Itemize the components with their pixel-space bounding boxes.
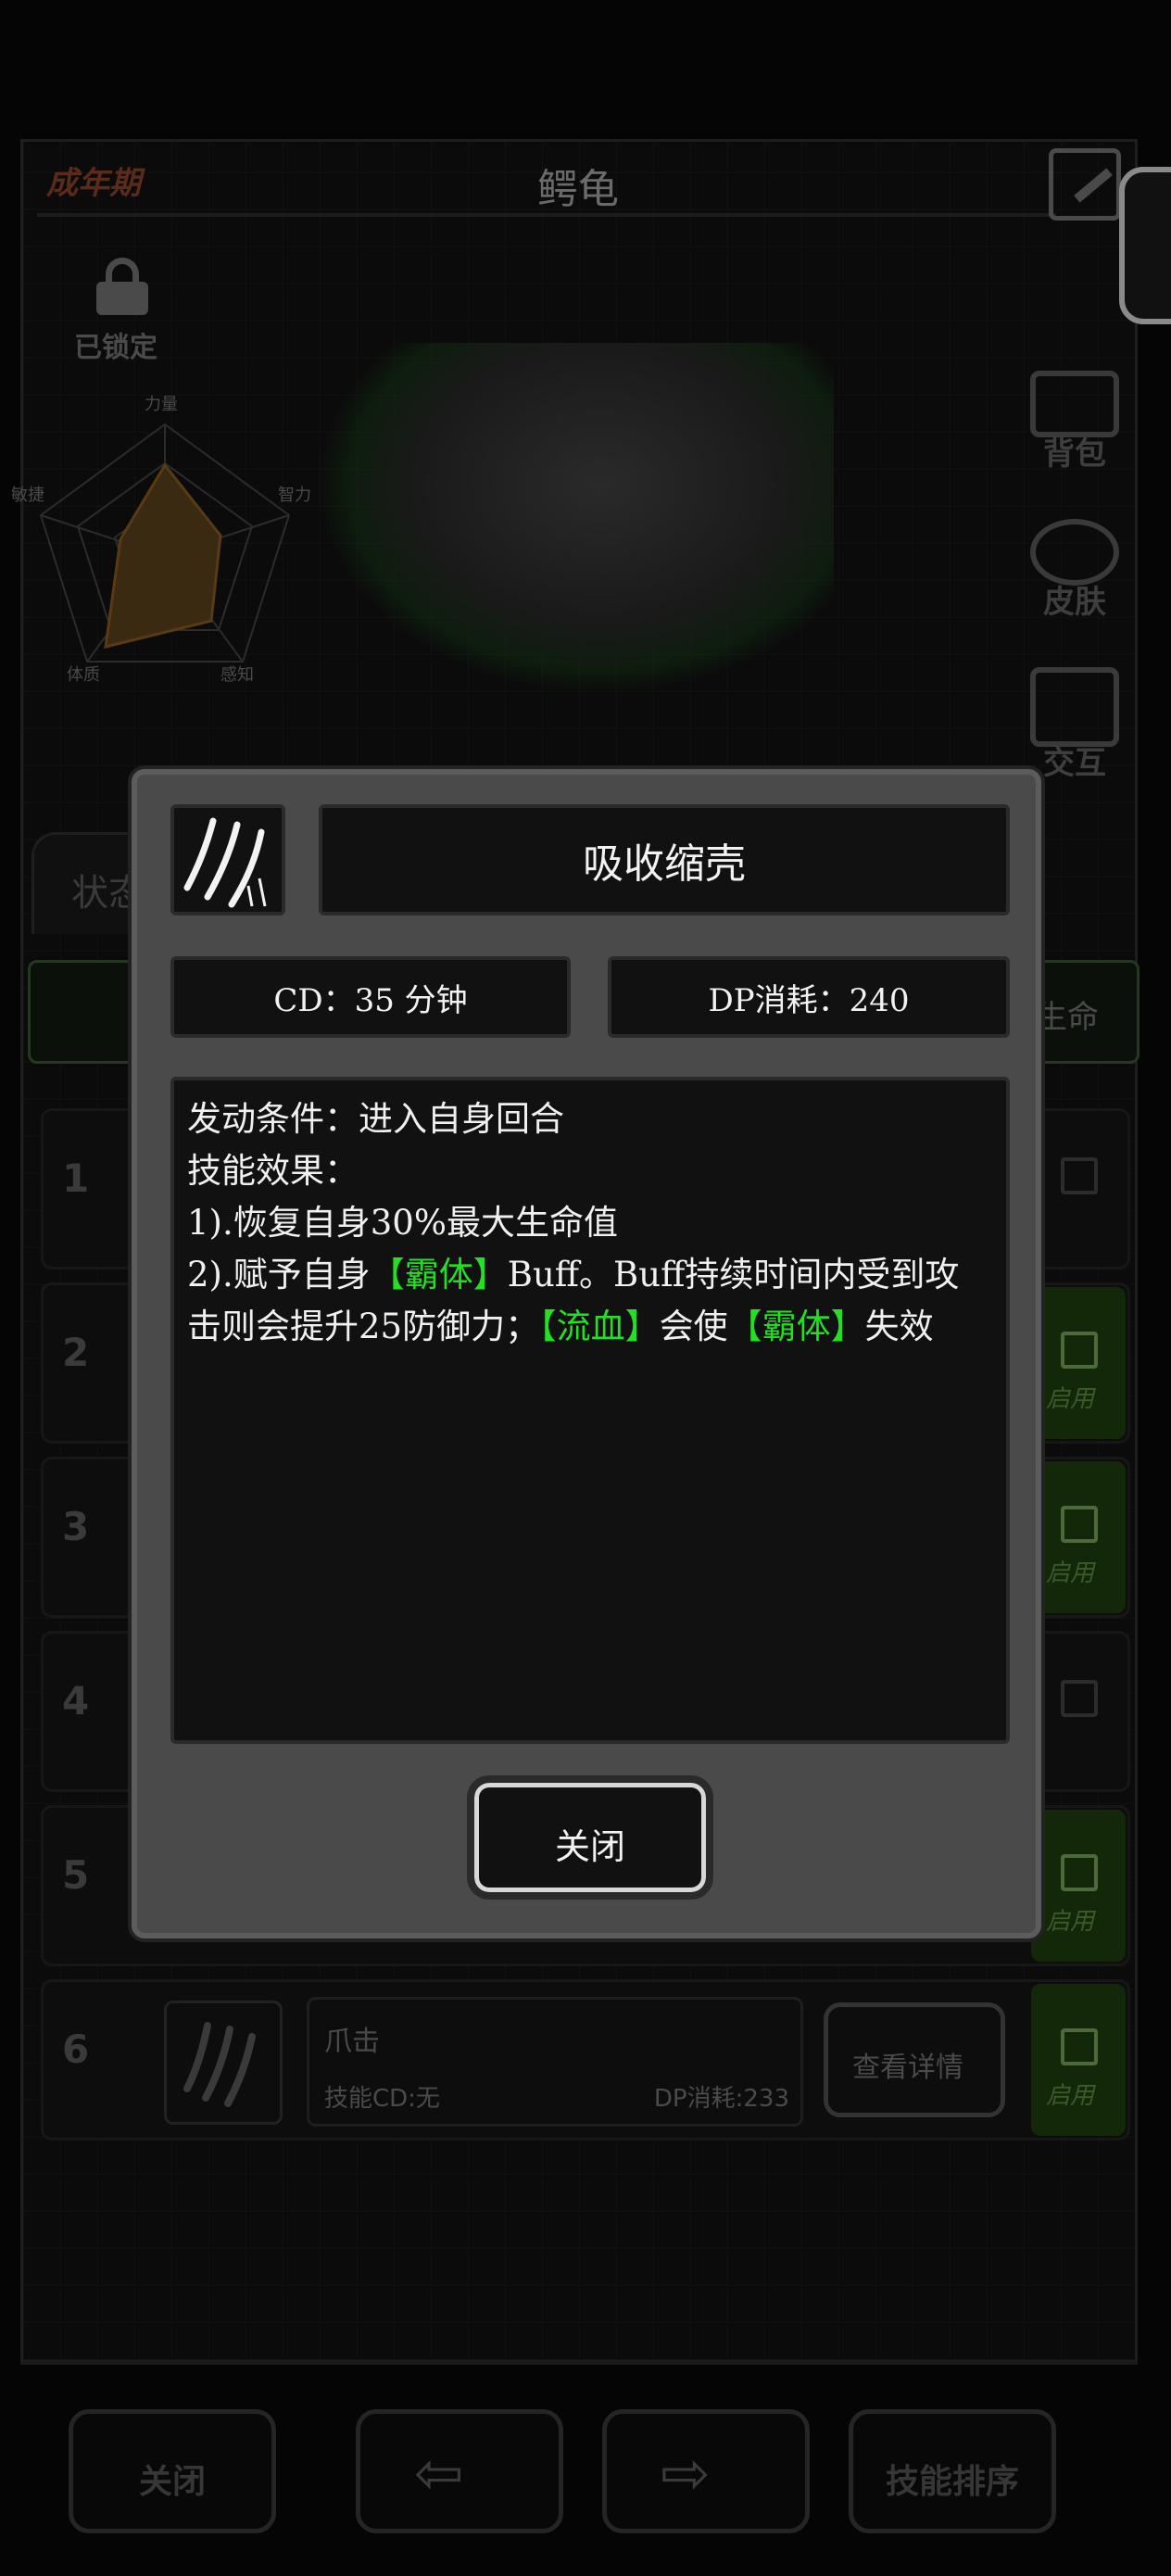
- skill-title: 吸收缩壳: [319, 804, 1010, 915]
- prev-pet-icon: ⇦: [414, 2440, 464, 2508]
- dialog-close-button[interactable]: 关闭: [467, 1775, 713, 1900]
- interact-button[interactable]: 交互: [1019, 667, 1130, 783]
- pet-stage-label: 成年期: [46, 165, 141, 202]
- enable-toggle[interactable]: [1031, 1635, 1126, 1787]
- prev-pet-button[interactable]: ⇦: [356, 2409, 563, 2533]
- skill-info: 爪击 技能CD:无 DP消耗:233: [307, 1997, 803, 2127]
- buff-tag: 【霸体】: [727, 1307, 865, 1346]
- lock-icon[interactable]: [96, 258, 148, 315]
- skill-dp-cost: DP消耗:233: [653, 2085, 789, 2113]
- stat-label-constitution: 体质: [67, 665, 100, 685]
- trigger-condition: 发动条件：进入自身回合: [187, 1099, 564, 1139]
- claw-icon: [170, 804, 285, 915]
- skill-cooldown: CD：35 分钟: [170, 956, 571, 1038]
- skill-description: 发动条件：进入自身回合 技能效果： 1).恢复自身30%最大生命值 2).赋予自…: [170, 1077, 1010, 1744]
- lock-status-label: 已锁定: [74, 332, 157, 364]
- stat-label-intelligence: 智力: [278, 486, 311, 505]
- edit-icon[interactable]: [1049, 148, 1121, 221]
- debuff-tag: 【流血】: [539, 1307, 660, 1346]
- enable-toggle[interactable]: 启用: [1031, 1287, 1126, 1439]
- effect-heading: 技能效果：: [187, 1151, 359, 1191]
- skill-sort-button[interactable]: 技能排序: [849, 2409, 1056, 2533]
- filter-life-label: 生命: [1036, 999, 1099, 1036]
- enable-toggle[interactable]: 启用: [1031, 1810, 1126, 1962]
- skill-name: 爪击: [324, 2026, 380, 2058]
- title-divider: [37, 213, 1056, 217]
- skill-cd: 技能CD:无: [324, 2085, 440, 2113]
- pet-image: [315, 343, 834, 695]
- skill-row[interactable]: 6 爪击 技能CD:无 DP消耗:233 查看详情 启用: [41, 1979, 1130, 2140]
- view-details-button[interactable]: 查看详情: [824, 2002, 1005, 2117]
- stat-label-strength: 力量: [145, 395, 178, 414]
- enable-toggle[interactable]: 启用: [1031, 1461, 1126, 1613]
- stat-label-agility: 敏捷: [11, 486, 44, 505]
- effect-1: 1).恢复自身30%最大生命值: [187, 1203, 618, 1243]
- stats-radar-chart: [39, 423, 291, 663]
- bag-button[interactable]: 背包: [1019, 371, 1130, 474]
- effect-2: 2).赋予自身【霸体】Buff。Buff持续时间内受到攻击则会提升25防御力；【…: [187, 1255, 960, 1346]
- enable-toggle[interactable]: 启用: [1031, 1984, 1126, 2136]
- buff-tag: 【霸体】: [370, 1255, 508, 1294]
- next-pet-icon: ⇨: [661, 2440, 711, 2508]
- enable-toggle[interactable]: [1031, 1113, 1126, 1265]
- skill-dp-cost: DP消耗：240: [608, 956, 1010, 1038]
- close-button[interactable]: 关闭: [69, 2409, 276, 2533]
- skill-detail-dialog: 吸收缩壳 CD：35 分钟 DP消耗：240 发动条件：进入自身回合 技能效果：…: [132, 769, 1041, 1938]
- bottom-divider: [20, 2361, 1138, 2365]
- next-pet-button[interactable]: ⇨: [602, 2409, 810, 2533]
- skin-button[interactable]: 皮肤: [1019, 519, 1130, 622]
- bone-icon: [1030, 667, 1119, 747]
- pet-name: 鳄龟: [537, 166, 619, 213]
- side-pull-tab[interactable]: [1119, 167, 1171, 324]
- claw-icon: [164, 2001, 283, 2125]
- stat-label-perception: 感知: [220, 665, 254, 685]
